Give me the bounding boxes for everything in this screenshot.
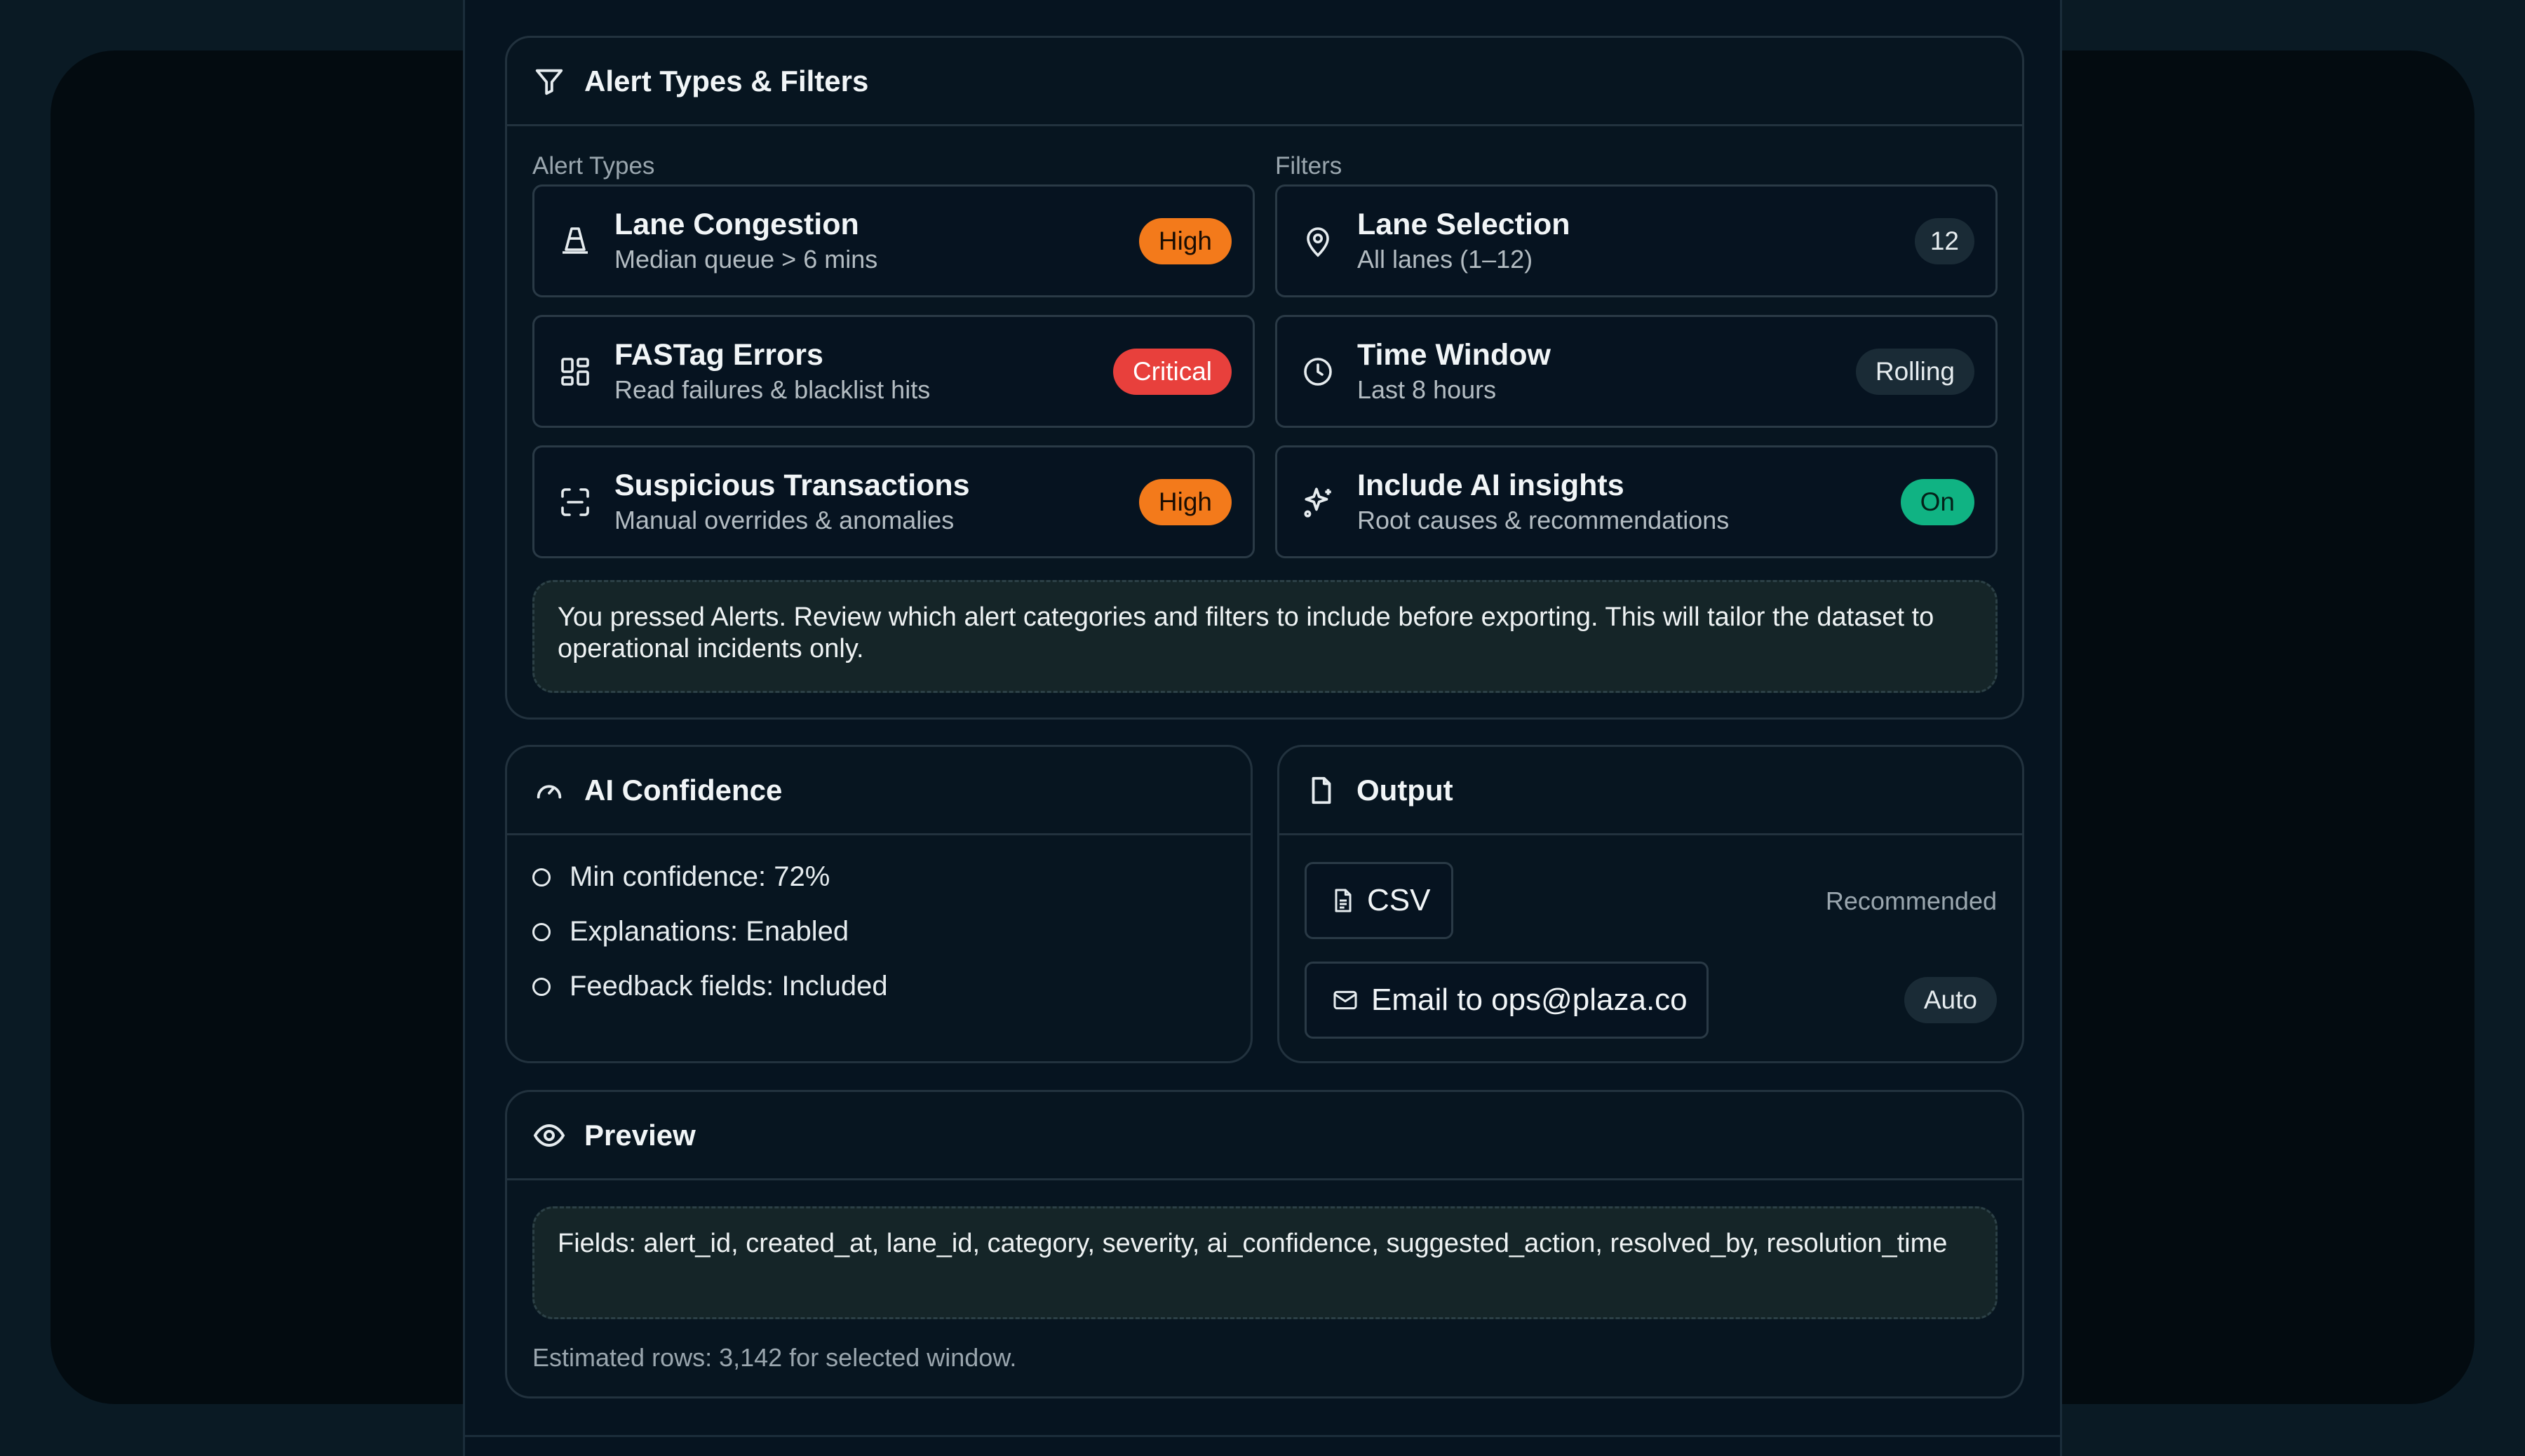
card-header: Alert Types & Filters	[507, 38, 2022, 126]
card-header: AI Confidence	[507, 747, 1251, 835]
scan-icon	[556, 483, 595, 522]
auto-badge: Auto	[1904, 977, 1997, 1023]
card-header: Preview	[507, 1092, 2022, 1180]
tile-subtitle: Median queue > 6 mins	[614, 245, 878, 274]
card-title: AI Confidence	[584, 773, 783, 807]
filters-label: Filters	[1275, 152, 1342, 180]
filter-time-window[interactable]: Time Window Last 8 hours Rolling	[1275, 315, 1998, 428]
filter-lane-selection[interactable]: Lane Selection All lanes (1–12) 12	[1275, 184, 1998, 297]
tile-title: Include AI insights	[1357, 468, 1624, 502]
list-item: Min confidence: 72%	[532, 861, 830, 893]
tile-title: FASTag Errors	[614, 337, 823, 372]
bullet-icon	[532, 922, 551, 941]
divider	[465, 1435, 2060, 1437]
file-icon	[1305, 774, 1338, 807]
list-item-text: Explanations: Enabled	[570, 916, 849, 947]
email-label: Email to ops@plaza.co	[1371, 983, 1688, 1017]
severity-badge: Critical	[1112, 348, 1232, 395]
card-title: Alert Types & Filters	[584, 64, 869, 97]
traffic-cone-icon	[556, 222, 595, 261]
window-mode-badge: Rolling	[1855, 348, 1974, 395]
preview-card: Preview Fields: alert_id, created_at, la…	[505, 1090, 2024, 1398]
card-header: Output	[1279, 747, 2022, 835]
list-item: Explanations: Enabled	[532, 916, 849, 948]
mail-icon	[1329, 986, 1361, 1014]
list-item-text: Min confidence: 72%	[570, 861, 830, 892]
card-title: Preview	[584, 1118, 696, 1152]
preview-fields: Fields: alert_id, created_at, lane_id, c…	[532, 1206, 1998, 1319]
ai-insights-toggle[interactable]: On	[1900, 478, 1974, 525]
clock-icon	[1298, 352, 1338, 391]
filter-include-ai-insights[interactable]: Include AI insights Root causes & recomm…	[1275, 445, 1998, 558]
email-button[interactable]: Email to ops@plaza.co	[1305, 962, 1709, 1039]
tile-subtitle: Root causes & recommendations	[1357, 506, 1730, 535]
severity-badge: High	[1138, 478, 1232, 525]
tile-title: Suspicious Transactions	[614, 468, 970, 502]
tile-subtitle: Manual overrides & anomalies	[614, 506, 955, 535]
csv-label: CSV	[1367, 883, 1431, 917]
grid-icon	[556, 352, 595, 391]
alert-types-filters-card: Alert Types & Filters Alert Types Filter…	[505, 36, 2024, 720]
alert-type-lane-congestion[interactable]: Lane Congestion Median queue > 6 mins Hi…	[532, 184, 1255, 297]
tile-title: Lane Congestion	[614, 207, 859, 241]
card-title: Output	[1356, 773, 1453, 807]
alert-type-suspicious-transactions[interactable]: Suspicious Transactions Manual overrides…	[532, 445, 1255, 558]
bullet-icon	[532, 977, 551, 996]
output-card: Output CSV Recommended Email to ops@plaz…	[1277, 745, 2024, 1063]
export-dialog: Alert Types & Filters Alert Types Filter…	[463, 0, 2062, 1456]
alert-type-fastag-errors[interactable]: FASTag Errors Read failures & blacklist …	[532, 315, 1255, 428]
alerts-info-note: You pressed Alerts. Review which alert c…	[532, 580, 1998, 693]
ai-confidence-card: AI Confidence Min confidence: 72% Explan…	[505, 745, 1253, 1063]
estimated-rows: Estimated rows: 3,142 for selected windo…	[532, 1343, 1017, 1372]
list-item: Feedback fields: Included	[532, 971, 888, 1002]
gauge-icon	[532, 774, 566, 807]
tile-title: Lane Selection	[1357, 207, 1570, 241]
tile-subtitle: Last 8 hours	[1357, 375, 1497, 405]
sparkles-icon	[1298, 483, 1338, 522]
csv-button[interactable]: CSV	[1305, 862, 1453, 939]
lane-count-badge: 12	[1914, 217, 1974, 264]
tile-subtitle: Read failures & blacklist hits	[614, 375, 931, 405]
filter-icon	[532, 65, 566, 98]
file-text-icon	[1329, 885, 1357, 916]
eye-icon	[532, 1119, 566, 1152]
bullet-icon	[532, 868, 551, 887]
list-item-text: Feedback fields: Included	[570, 971, 888, 1002]
severity-badge: High	[1138, 217, 1232, 264]
alert-types-label: Alert Types	[532, 152, 655, 180]
tile-title: Time Window	[1357, 337, 1551, 372]
recommended-tag: Recommended	[1825, 887, 1997, 915]
tile-subtitle: All lanes (1–12)	[1357, 245, 1533, 274]
map-pin-icon	[1298, 222, 1338, 261]
